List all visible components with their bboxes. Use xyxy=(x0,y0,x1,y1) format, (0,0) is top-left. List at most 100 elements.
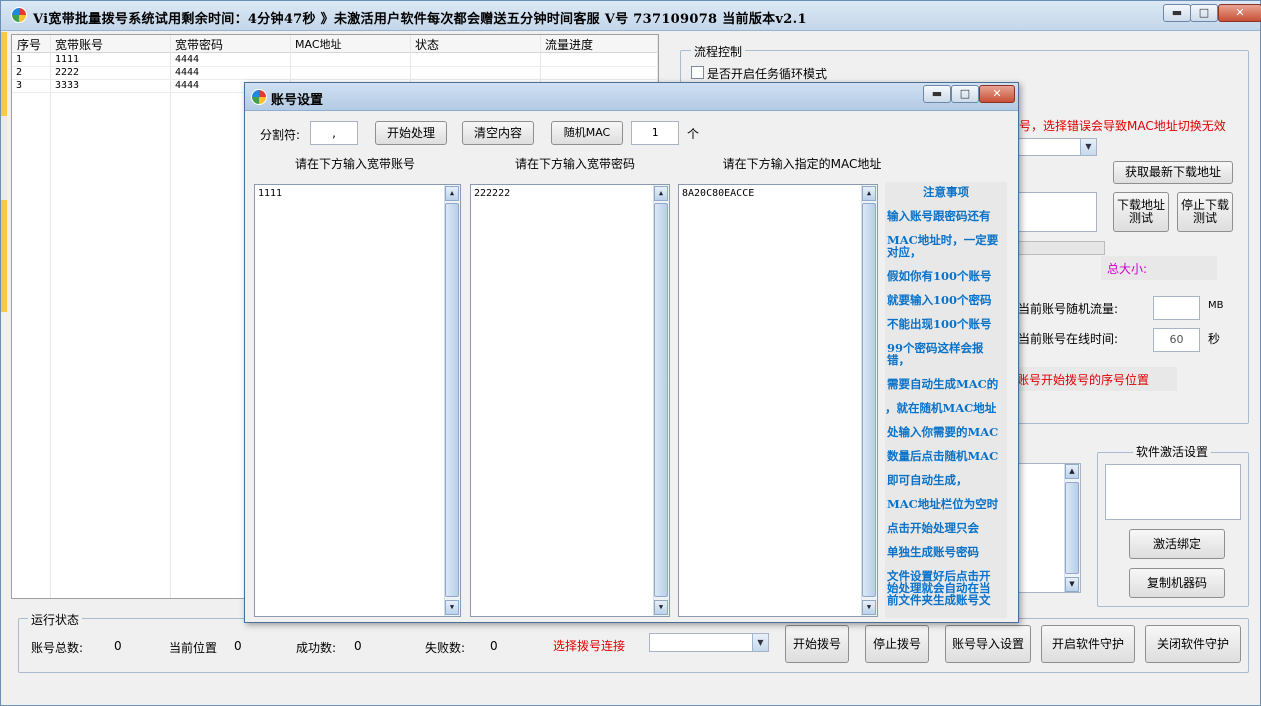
account-textarea-content: 1111 xyxy=(258,188,283,199)
scroll-down-icon[interactable]: ▼ xyxy=(862,600,876,615)
mac-count-unit: 个 xyxy=(687,127,700,141)
cell-no: 2 xyxy=(16,67,23,78)
run-status-label: 运行状态 xyxy=(28,611,83,628)
column-divider xyxy=(170,35,171,598)
scroll-thumb[interactable] xyxy=(654,203,668,597)
activate-button[interactable]: 激活绑定 xyxy=(1129,529,1225,559)
dialog-title: 账号设置 xyxy=(271,93,324,108)
minimize-button[interactable]: ▬ xyxy=(1163,4,1191,22)
cell-account: 1111 xyxy=(55,54,80,65)
account-column-header: 请在下方输入宽带账号 xyxy=(255,153,455,175)
disable-guard-button[interactable]: 关闭软件守护 xyxy=(1145,625,1241,663)
main-titlebar[interactable]: Vi宽带批量拨号系统试用剩余时间：4分钟47秒 》未激活用户软件每次都会赠送五分… xyxy=(1,1,1261,31)
column-header-status[interactable]: 状态 xyxy=(415,36,439,53)
cell-no: 3 xyxy=(16,80,23,91)
note-line: 单独生成账号密码 xyxy=(887,545,979,559)
separator-input[interactable]: , xyxy=(310,121,358,145)
start-position-label: 账号开始拨号的序号位置 xyxy=(1017,373,1150,387)
cell-password: 4444 xyxy=(175,67,200,78)
mac-scrollbar[interactable]: ▲ ▼ xyxy=(861,185,877,616)
download-test-button[interactable]: 下载地址 测试 xyxy=(1113,192,1169,232)
start-dial-button[interactable]: 开始拨号 xyxy=(785,625,849,663)
note-line: 数量后点击随机MAC xyxy=(887,449,999,463)
current-position-value: 0 xyxy=(234,639,242,653)
table-row[interactable]: 2 2222 4444 xyxy=(12,67,658,79)
chevron-down-icon[interactable]: ▼ xyxy=(1080,139,1096,155)
scroll-down-icon[interactable]: ▼ xyxy=(445,600,459,615)
download-url-input[interactable] xyxy=(1017,192,1097,232)
note-line: 需要自动生成MAC的 xyxy=(887,377,999,391)
account-scrollbar[interactable]: ▲ ▼ xyxy=(444,185,460,616)
dialog-titlebar[interactable]: 账号设置 ▬ □ ✕ xyxy=(245,83,1018,111)
column-header-account[interactable]: 宽带账号 xyxy=(55,36,103,53)
table-row[interactable]: 1 1111 4444 xyxy=(12,54,658,66)
app-logo-icon xyxy=(251,89,267,105)
password-column-header: 请在下方输入宽带密码 xyxy=(471,153,679,175)
column-header-mac[interactable]: MAC地址 xyxy=(295,36,342,52)
stop-dial-button[interactable]: 停止拨号 xyxy=(865,625,929,663)
table-header: 序号 宽带账号 宽带密码 MAC地址 状态 流量进度 xyxy=(12,35,658,53)
account-import-button[interactable]: 账号导入设置 xyxy=(945,625,1031,663)
mac-textarea[interactable]: 8A20C80EACCE ▲ ▼ xyxy=(678,184,878,617)
scroll-thumb[interactable] xyxy=(1065,482,1079,574)
get-download-url-button[interactable]: 获取最新下载地址 xyxy=(1113,161,1233,184)
scroll-thumb[interactable] xyxy=(862,203,876,597)
fail-count-label: 失败数: xyxy=(425,641,466,655)
password-scrollbar[interactable]: ▲ ▼ xyxy=(653,185,669,616)
online-time-input[interactable]: 60 xyxy=(1153,328,1200,352)
process-control-label: 流程控制 xyxy=(691,43,746,60)
cell-password: 4444 xyxy=(175,54,200,65)
loop-mode-label: 是否开启任务循环模式 xyxy=(707,67,828,81)
log-textbox[interactable]: ▲ ▼ xyxy=(1017,463,1081,593)
scroll-up-icon[interactable]: ▲ xyxy=(1065,464,1079,479)
mac-count-input[interactable]: 1 xyxy=(631,121,679,145)
scroll-up-icon[interactable]: ▲ xyxy=(445,186,459,201)
window-title: Vi宽带批量拨号系统试用剩余时间：4分钟47秒 》未激活用户软件每次都会赠送五分… xyxy=(33,12,807,27)
column-header-progress[interactable]: 流量进度 xyxy=(545,36,593,53)
maximize-button[interactable]: □ xyxy=(1190,4,1218,22)
account-textarea[interactable]: 1111 ▲ ▼ xyxy=(254,184,461,617)
note-line: 处输入你需要的MAC xyxy=(887,425,999,439)
notes-title: 注意事项 xyxy=(923,185,969,199)
start-process-button[interactable]: 开始处理 xyxy=(375,121,447,145)
chevron-down-icon[interactable]: ▼ xyxy=(752,634,768,651)
dialog-maximize-button[interactable]: □ xyxy=(951,85,979,103)
note-line: 就要输入100个密码 xyxy=(887,293,992,307)
random-traffic-label: 当前账号随机流量: xyxy=(1018,302,1119,316)
enable-guard-button[interactable]: 开启软件守护 xyxy=(1041,625,1135,663)
scroll-up-icon[interactable]: ▲ xyxy=(862,186,876,201)
random-mac-button[interactable]: 随机MAC xyxy=(551,121,623,145)
account-settings-dialog: 账号设置 ▬ □ ✕ 分割符: , 开始处理 清空内容 随机MAC 1 个 请在… xyxy=(244,82,1019,623)
dialog-close-button[interactable]: ✕ xyxy=(979,85,1015,103)
random-traffic-input[interactable] xyxy=(1153,296,1200,320)
column-header-no[interactable]: 序号 xyxy=(17,36,41,53)
total-size-label: 总大小: xyxy=(1107,262,1148,276)
current-position-label: 当前位置 xyxy=(169,641,218,655)
mac-mode-select[interactable]: ▼ xyxy=(1017,138,1097,156)
note-line: ，就在随机MAC地址 xyxy=(885,401,997,415)
scroll-down-icon[interactable]: ▼ xyxy=(654,600,668,615)
close-button[interactable]: ✕ xyxy=(1218,4,1261,22)
password-textarea[interactable]: 222222 ▲ ▼ xyxy=(470,184,670,617)
clear-content-button[interactable]: 清空内容 xyxy=(462,121,534,145)
stop-download-test-button[interactable]: 停止下载 测试 xyxy=(1177,192,1233,232)
dial-connection-select[interactable]: ▼ xyxy=(649,633,769,652)
copy-machine-code-button[interactable]: 复制机器码 xyxy=(1129,568,1225,598)
cell-account: 2222 xyxy=(55,67,80,78)
scroll-up-icon[interactable]: ▲ xyxy=(654,186,668,201)
scroll-thumb[interactable] xyxy=(445,203,459,597)
note-line: 错， xyxy=(887,353,910,367)
note-line: 点击开始处理只会 xyxy=(887,521,979,535)
loop-mode-checkbox[interactable] xyxy=(691,66,704,79)
column-header-password[interactable]: 宽带密码 xyxy=(175,36,223,53)
activation-code-input[interactable] xyxy=(1105,464,1241,520)
total-accounts-label: 账号总数: xyxy=(31,641,84,655)
log-scrollbar[interactable]: ▲ ▼ xyxy=(1064,464,1080,592)
note-line: 不能出现100个账号 xyxy=(887,317,992,331)
success-count-value: 0 xyxy=(354,639,362,653)
notes-panel: 注意事项 输入账号跟密码还有 MAC地址时，一定要 对应， 假如你有100个账号… xyxy=(885,182,1007,618)
password-textarea-content: 222222 xyxy=(474,188,511,199)
dialog-minimize-button[interactable]: ▬ xyxy=(923,85,951,103)
cell-password: 4444 xyxy=(175,80,200,91)
scroll-down-icon[interactable]: ▼ xyxy=(1065,577,1079,592)
